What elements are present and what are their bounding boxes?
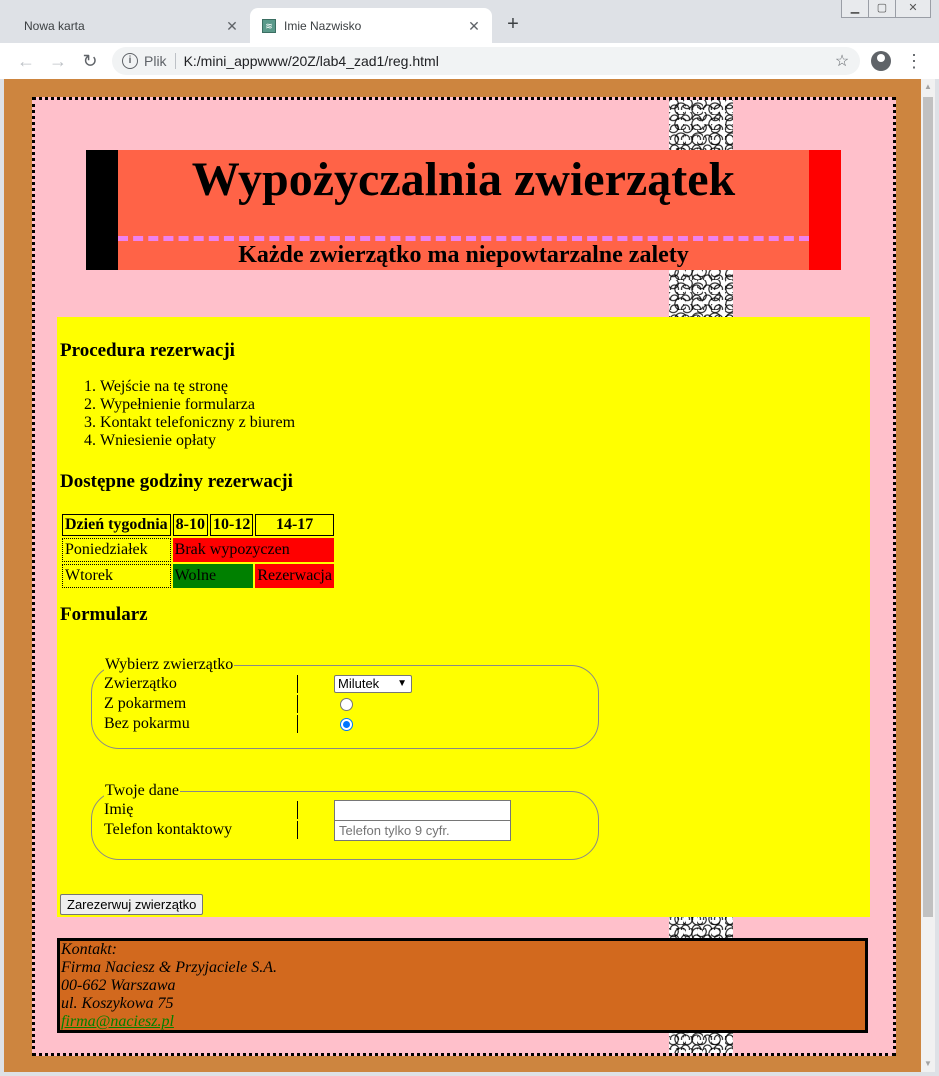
- list-item: Kontakt telefoniczny z biurem: [100, 414, 295, 432]
- contact-footer: Kontakt: Firma Naciesz & Przyjaciele S.A…: [57, 938, 868, 1033]
- hours-heading: Dostępne godziny rezerwacji: [60, 471, 293, 492]
- email-link[interactable]: firma@naciesz.pl: [61, 1013, 864, 1031]
- page-subtitle: Każde zwierzątko ma niepowtarzalne zalet…: [238, 242, 689, 268]
- fieldset-legend: Wybierz zwierzątko: [105, 656, 234, 673]
- list-item: Wejście na tę stronę: [100, 378, 295, 396]
- divider: [174, 53, 176, 69]
- animal-select[interactable]: Milutek ▼: [334, 675, 412, 693]
- phone-label: Telefon kontaktowy: [104, 821, 233, 838]
- maximize-icon[interactable]: ▢: [868, 0, 896, 18]
- site-header: Wypożyczalnia zwierzątek Każde zwierzątk…: [86, 150, 841, 270]
- hours-table: Dzień tygodnia 8-10 10-12 14-17 Poniedzi…: [60, 512, 336, 590]
- contact-line: Firma Naciesz & Przyjaciele S.A.: [61, 959, 277, 976]
- address-url[interactable]: K:/mini_appwww/20Z/lab4_zad1/reg.html: [184, 53, 832, 69]
- phone-row: Telefon kontaktowy Telefon tylko 9 cyfr.: [104, 820, 586, 841]
- table-row: Poniedziałek Brak wypozyczen: [62, 538, 334, 562]
- back-arrow-icon[interactable]: ←: [14, 49, 38, 73]
- with-food-label: Z pokarmem: [104, 695, 187, 712]
- form-heading: Formularz: [60, 604, 148, 625]
- page-title: Wypożyczalnia zwierzątek: [191, 153, 736, 206]
- with-food-radio[interactable]: [340, 698, 353, 711]
- page-viewport: Wypożyczalnia zwierzątek Każde zwierzątk…: [4, 79, 921, 1072]
- procedure-list: Wejście na tę stronę Wypełnienie formula…: [60, 378, 295, 450]
- personal-data-fieldset: Twoje dane Imię Telefon kontaktowy Telef…: [91, 782, 599, 860]
- selected-value: Milutek: [338, 676, 380, 691]
- minimize-icon[interactable]: ▁: [841, 0, 869, 18]
- without-food-row: Bez pokarmu: [104, 714, 586, 734]
- close-tab-icon[interactable]: ✕: [466, 18, 482, 34]
- divider: [297, 715, 298, 733]
- tab-title: Nowa karta: [24, 18, 85, 33]
- page-container: Wypożyczalnia zwierzątek Każde zwierzątk…: [32, 97, 896, 1056]
- fieldset-legend: Twoje dane: [105, 782, 179, 799]
- day-cell: Poniedziałek: [62, 538, 171, 562]
- animal-label: Zwierzątko: [104, 675, 177, 692]
- column-header: Dzień tygodnia: [62, 514, 171, 536]
- divider: [297, 821, 298, 839]
- availability-cell: Wolne: [172, 564, 254, 588]
- plus-icon[interactable]: +: [503, 14, 523, 34]
- without-food-radio[interactable]: [340, 718, 353, 731]
- list-item: Wniesienie opłaty: [100, 432, 295, 450]
- availability-cell: Rezerwacja: [255, 564, 334, 588]
- profile-avatar-icon[interactable]: [871, 51, 891, 71]
- table-row: Wtorek Wolne Rezerwacja: [62, 564, 334, 588]
- contact-line: ul. Koszykowa 75: [61, 995, 174, 1012]
- procedure-heading: Procedura rezerwacji: [60, 340, 235, 361]
- tab-new-tab[interactable]: Nowa karta ✕: [10, 8, 250, 43]
- main-section: Procedura rezerwacji Wejście na tę stron…: [57, 317, 870, 917]
- forward-arrow-icon[interactable]: →: [46, 49, 70, 73]
- header-divider: [118, 236, 809, 241]
- scroll-down-icon[interactable]: ▼: [921, 1056, 935, 1072]
- divider: [297, 695, 298, 713]
- contact-line: Kontakt:: [61, 941, 117, 958]
- info-icon[interactable]: i: [122, 53, 138, 69]
- table-header-row: Dzień tygodnia 8-10 10-12 14-17: [62, 514, 334, 536]
- tab-strip: Nowa karta ✕ ≋ Imie Nazwisko ✕ + ▁ ▢ ✕: [0, 0, 939, 43]
- list-item: Wypełnienie formularza: [100, 396, 295, 414]
- availability-cell: Brak wypozyczen: [172, 538, 334, 562]
- kebab-menu-icon[interactable]: ⋮: [905, 49, 923, 73]
- divider: [297, 675, 298, 693]
- scrollbar-thumb[interactable]: [923, 97, 933, 917]
- close-tab-icon[interactable]: ✕: [224, 18, 240, 34]
- reserve-button[interactable]: Zarezerwuj zwierzątko: [60, 894, 204, 915]
- name-input[interactable]: [334, 800, 511, 821]
- animal-fieldset: Wybierz zwierzątko Zwierzątko Milutek ▼ …: [91, 656, 599, 749]
- vertical-scrollbar[interactable]: ▲ ▼: [921, 79, 935, 1072]
- close-icon[interactable]: ✕: [895, 0, 931, 18]
- name-label: Imię: [104, 801, 134, 818]
- phone-input[interactable]: Telefon tylko 9 cyfr.: [334, 820, 511, 841]
- name-row: Imię: [104, 800, 586, 821]
- tab-imie-nazwisko[interactable]: ≋ Imie Nazwisko ✕: [250, 8, 492, 43]
- divider: [297, 801, 298, 819]
- tab-title: Imie Nazwisko: [284, 18, 362, 33]
- page-favicon-icon: ≋: [262, 18, 276, 33]
- reload-icon[interactable]: ↻: [78, 49, 102, 73]
- browser-toolbar: ← → ↻ i Plik K:/mini_appwww/20Z/lab4_zad…: [0, 43, 939, 79]
- bookmark-star-icon[interactable]: ☆: [832, 51, 852, 71]
- address-bar[interactable]: i Plik K:/mini_appwww/20Z/lab4_zad1/reg.…: [112, 47, 860, 75]
- column-header: 10-12: [210, 514, 254, 536]
- column-header: 8-10: [172, 514, 208, 536]
- without-food-label: Bez pokarmu: [104, 715, 190, 732]
- with-food-row: Z pokarmem: [104, 694, 586, 714]
- chevron-down-icon: ▼: [397, 678, 407, 689]
- day-cell: Wtorek: [62, 564, 171, 588]
- scroll-up-icon[interactable]: ▲: [921, 79, 935, 95]
- animal-row: Zwierzątko Milutek ▼: [104, 674, 586, 694]
- address-scheme: Plik: [144, 53, 167, 69]
- column-header: 14-17: [255, 514, 334, 536]
- contact-line: 00-662 Warszawa: [61, 977, 176, 994]
